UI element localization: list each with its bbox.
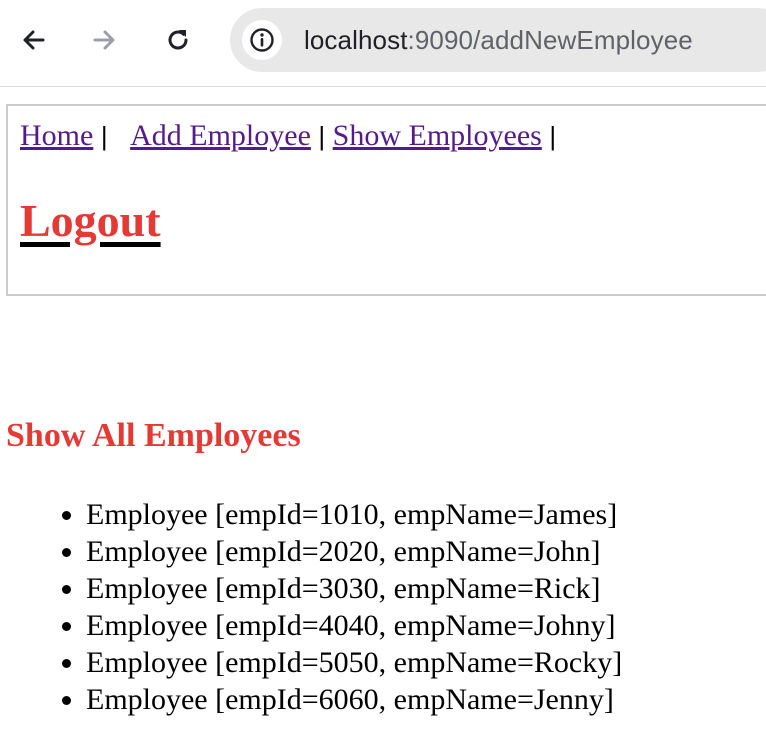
show-employees-link[interactable]: Show Employees <box>333 119 542 152</box>
page-title: Show All Employees <box>6 417 301 454</box>
address-bar[interactable]: localhost:9090/addNewEmployee <box>230 8 766 72</box>
add-employee-link[interactable]: Add Employee <box>130 119 311 152</box>
list-item: Employee [empId=4040, empName=Johny] <box>86 607 622 644</box>
list-item: Employee [empId=5050, empName=Rocky] <box>86 644 622 681</box>
list-item: Employee [empId=3030, empName=Rick] <box>86 570 622 607</box>
url-path: :9090/addNewEmployee <box>407 25 693 55</box>
reload-button[interactable] <box>158 20 198 60</box>
arrow-right-icon <box>93 30 115 50</box>
list-item: Employee [empId=1010, empName=James] <box>86 496 622 533</box>
site-info-button[interactable] <box>242 20 282 60</box>
employee-list: Employee [empId=1010, empName=James] Emp… <box>0 496 622 718</box>
nav-separator: | <box>318 121 326 151</box>
arrow-left-icon <box>23 30 45 50</box>
back-button[interactable] <box>14 20 54 60</box>
home-link[interactable]: Home <box>20 119 93 152</box>
nav-separator: | <box>549 121 557 151</box>
url-host: localhost <box>304 25 408 55</box>
list-item: Employee [empId=6060, empName=Jenny] <box>86 681 622 718</box>
info-icon <box>250 28 274 52</box>
reload-icon <box>168 30 188 50</box>
list-item: Employee [empId=2020, empName=John] <box>86 533 622 570</box>
nav-separator: | <box>100 121 108 151</box>
url-text[interactable]: localhost:9090/addNewEmployee <box>304 25 693 55</box>
browser-toolbar: localhost:9090/addNewEmployee <box>0 0 766 87</box>
page-header: Home | Add Employee | Show Employees | L… <box>6 104 766 296</box>
forward-button[interactable] <box>84 20 124 60</box>
nav-links: Home | Add Employee | Show Employees | <box>20 118 556 154</box>
logout-link[interactable]: Logout <box>20 194 161 248</box>
